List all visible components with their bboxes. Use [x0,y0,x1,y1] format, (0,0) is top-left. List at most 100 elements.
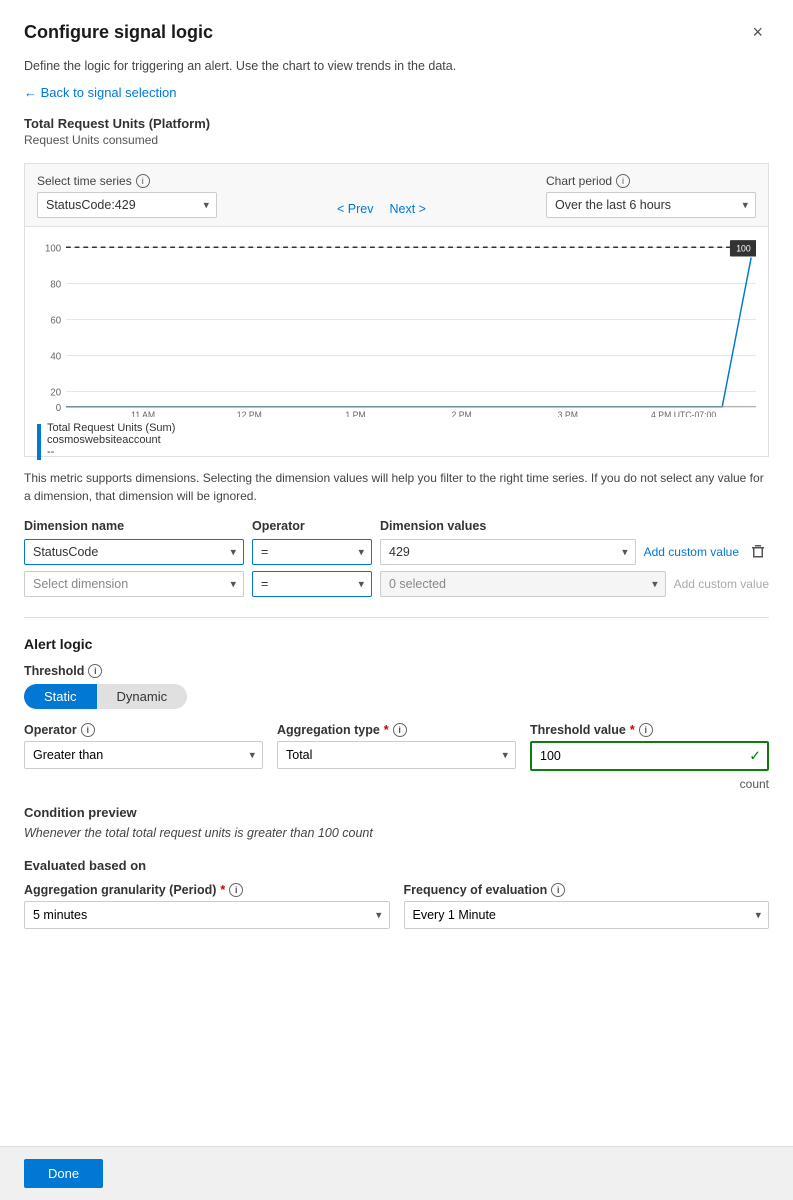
svg-text:3 PM: 3 PM [558,410,578,417]
legend-line2: cosmoswebsiteaccount [47,434,175,446]
dim-row-2: Select dimension = 0 selected Add custom… [24,571,769,597]
threshold-value-info-icon[interactable]: i [639,723,653,737]
svg-text:60: 60 [50,315,61,326]
granularity-required-star: * [220,883,225,897]
dim-col-name: Dimension name [24,519,244,533]
dim-col-values: Dimension values [380,519,769,533]
dimensions-section: Dimension name Operator Dimension values… [24,519,769,597]
frequency-label: Frequency of evaluation i [404,883,770,897]
frequency-info-icon[interactable]: i [551,883,565,897]
time-series-section: Select time series i StatusCode:429 [37,174,217,218]
legend-text: Total Request Units (Sum) cosmoswebsitea… [47,422,175,458]
dim-value-select-1[interactable]: 429 [380,539,636,565]
dim-name-select-2[interactable]: Select dimension [24,571,244,597]
dim-operator-select-1[interactable]: = [252,539,372,565]
divider-1 [24,617,769,618]
dim-value-select-2[interactable]: 0 selected [380,571,666,597]
done-button[interactable]: Done [24,1159,103,1188]
aggregation-group: Aggregation type * i Total [277,723,516,791]
svg-text:1 PM: 1 PM [345,410,365,417]
threshold-value-wrapper: ✓ [530,741,769,771]
dim-operator-select-wrapper-1: = [252,539,372,565]
aggregation-info-icon[interactable]: i [393,723,407,737]
svg-text:80: 80 [50,279,61,290]
dim-col-operator: Operator [252,519,372,533]
svg-text:100: 100 [45,243,62,254]
dim-value-select-wrapper-1: 429 [380,539,636,565]
granularity-info-icon[interactable]: i [229,883,243,897]
prev-button[interactable]: < Prev [333,200,377,218]
threshold-toggle: Static Dynamic [24,684,187,709]
dim-row-1-actions: Add custom value [644,544,769,561]
chart-nav: < Prev Next > [333,200,430,218]
signal-name: Total Request Units (Platform) [24,116,769,131]
eval-row: Aggregation granularity (Period) * i 5 m… [24,883,769,929]
time-series-label: Select time series i [37,174,217,188]
granularity-select[interactable]: 5 minutes [24,901,390,929]
legend-color-bar [37,424,41,460]
frequency-select[interactable]: Every 1 Minute [404,901,770,929]
granularity-group: Aggregation granularity (Period) * i 5 m… [24,883,390,929]
operator-group: Operator i Greater than [24,723,263,791]
alert-logic-form-row: Operator i Greater than Aggregation type… [24,723,769,791]
legend-dashes: -- [47,446,175,458]
svg-text:20: 20 [50,387,61,398]
threshold-label: Threshold i [24,664,769,678]
panel-title: Configure signal logic [24,22,213,43]
threshold-checkmark-icon: ✓ [749,748,761,765]
svg-text:11 AM: 11 AM [131,410,155,417]
chart-area: 100 80 60 40 20 0 100 11 AM 12 PM 1 PM 2… [24,227,769,457]
threshold-required-star: * [630,723,635,737]
signal-sub: Request Units consumed [24,133,769,147]
operator-info-icon[interactable]: i [81,723,95,737]
granularity-label: Aggregation granularity (Period) * i [24,883,390,897]
condition-preview-text: Whenever the total total request units i… [24,826,769,840]
svg-text:0: 0 [56,403,62,414]
delete-dim-1-button[interactable] [747,544,769,561]
panel-header: Configure signal logic × [24,20,769,45]
legend-line1: Total Request Units (Sum) [47,422,175,434]
close-button[interactable]: × [746,20,769,45]
delete-icon [751,544,765,558]
condition-preview-title: Condition preview [24,805,769,820]
time-series-select[interactable]: StatusCode:429 [37,192,217,218]
threshold-value-label: Threshold value * i [530,723,769,737]
time-series-select-wrapper: StatusCode:429 [37,192,217,218]
threshold-value-group: Threshold value * i ✓ count [530,723,769,791]
frequency-group: Frequency of evaluation i Every 1 Minute [404,883,770,929]
svg-text:100: 100 [736,243,750,253]
chart-legend: Total Request Units (Sum) cosmoswebsitea… [37,420,756,460]
footer-bar: Done [0,1146,793,1200]
time-series-info-icon[interactable]: i [136,174,150,188]
chart-period-info-icon[interactable]: i [616,174,630,188]
dim-operator-select-2[interactable]: = [252,571,372,597]
svg-text:40: 40 [50,351,61,362]
add-custom-link-2: Add custom value [674,577,769,591]
next-button[interactable]: Next > [386,200,430,218]
dim-name-select-1[interactable]: StatusCode [24,539,244,565]
static-toggle-button[interactable]: Static [24,684,97,709]
aggregation-select-wrapper: Total [277,741,516,769]
chart-controls: Select time series i StatusCode:429 < Pr… [24,163,769,227]
back-link-text: ← Back to signal selection [24,85,176,100]
threshold-value-input[interactable] [530,741,769,771]
condition-preview: Condition preview Whenever the total tot… [24,805,769,840]
operator-select-wrapper: Greater than [24,741,263,769]
dim-row-2-actions: Add custom value [674,577,769,591]
panel-description: Define the logic for triggering an alert… [24,59,769,73]
operator-select[interactable]: Greater than [24,741,263,769]
operator-label: Operator i [24,723,263,737]
evaluated-section: Evaluated based on Aggregation granulari… [24,858,769,929]
dimensions-info: This metric supports dimensions. Selecti… [24,469,769,505]
back-link[interactable]: ← Back to signal selection [24,85,176,100]
chart-svg: 100 80 60 40 20 0 100 11 AM 12 PM 1 PM 2… [37,237,756,417]
svg-text:2 PM: 2 PM [452,410,472,417]
threshold-info-icon[interactable]: i [88,664,102,678]
svg-text:4 PM UTC-07:00: 4 PM UTC-07:00 [651,410,716,417]
dim-name-select-wrapper-1: StatusCode [24,539,244,565]
dynamic-toggle-button[interactable]: Dynamic [97,684,188,709]
aggregation-select[interactable]: Total [277,741,516,769]
chart-period-section: Chart period i Over the last 6 hours [546,174,756,218]
chart-period-select[interactable]: Over the last 6 hours [546,192,756,218]
add-custom-link-1[interactable]: Add custom value [644,545,739,559]
